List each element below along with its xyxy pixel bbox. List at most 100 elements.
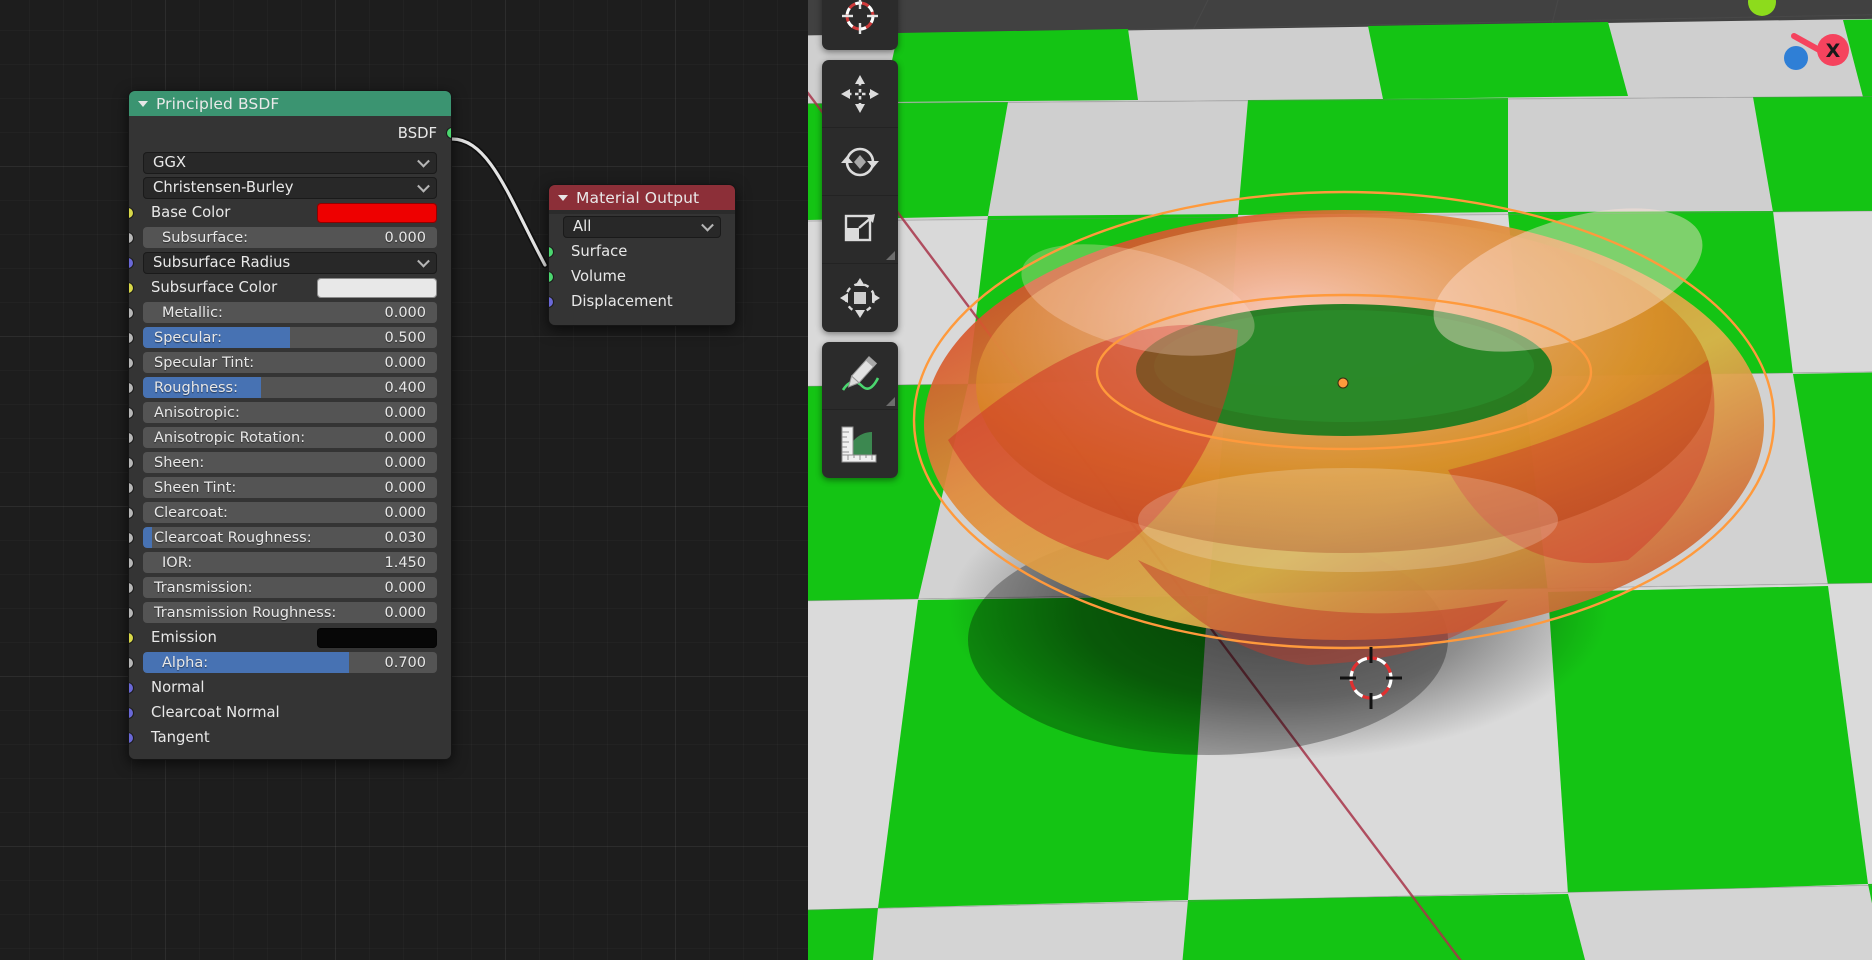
socket-input[interactable] — [129, 256, 134, 269]
tool-group-transform[interactable] — [822, 60, 898, 332]
input-row[interactable]: Anisotropic: 0.000 — [129, 400, 451, 425]
row-distribution[interactable]: GGX — [129, 150, 451, 175]
node-principled-bsdf[interactable]: Principled BSDF BSDF GGX Christensen-Bur… — [128, 90, 452, 760]
value-slider[interactable]: Sheen Tint: 0.000 — [143, 477, 437, 498]
tool-expand-corner-icon[interactable] — [886, 251, 895, 260]
input-value: 0.500 — [384, 329, 426, 346]
node-material-output[interactable]: Material Output All Surface Volume Displac… — [548, 184, 736, 326]
input-row[interactable]: Tangent — [129, 725, 451, 750]
value-slider[interactable]: Subsurface: 0.000 — [143, 227, 437, 248]
tool-cursor[interactable] — [822, 0, 898, 50]
input-value: 0.000 — [384, 404, 426, 421]
navigation-gizmo[interactable]: X — [1734, 0, 1854, 94]
input-row[interactable]: Emission — [129, 625, 451, 650]
input-row[interactable]: Surface — [549, 239, 735, 264]
collapse-triangle-icon[interactable] — [138, 100, 148, 107]
value-slider[interactable]: Alpha: 0.700 — [143, 652, 437, 673]
input-value: 0.700 — [384, 654, 426, 671]
value-slider[interactable]: Specular: 0.500 — [143, 327, 437, 348]
value-slider[interactable]: Transmission: 0.000 — [143, 577, 437, 598]
input-dropdown[interactable]: Subsurface Radius — [143, 251, 437, 274]
input-row[interactable]: Clearcoat: 0.000 — [129, 500, 451, 525]
target-value: All — [573, 218, 592, 235]
input-row[interactable]: Clearcoat Roughness: 0.030 — [129, 525, 451, 550]
socket-output-bsdf[interactable] — [446, 127, 451, 139]
input-row[interactable]: Subsurface Radius — [129, 250, 451, 275]
input-row[interactable]: Specular: 0.500 — [129, 325, 451, 350]
tool-group-cursor[interactable] — [822, 0, 898, 50]
input-row[interactable]: Displacement — [549, 289, 735, 314]
socket-input[interactable] — [129, 356, 134, 369]
socket-input[interactable] — [129, 431, 134, 444]
socket-input[interactable] — [129, 606, 134, 619]
color-swatch[interactable] — [317, 202, 437, 223]
input-row[interactable]: Metallic: 0.000 — [129, 300, 451, 325]
value-slider[interactable]: Clearcoat: 0.000 — [143, 502, 437, 523]
value-slider[interactable]: Anisotropic: 0.000 — [143, 402, 437, 423]
input-row[interactable]: Sheen Tint: 0.000 — [129, 475, 451, 500]
input-row[interactable]: Normal — [129, 675, 451, 700]
node-header-material-output[interactable]: Material Output — [549, 185, 735, 210]
input-row[interactable]: Subsurface Color — [129, 275, 451, 300]
value-slider[interactable]: Roughness: 0.400 — [143, 377, 437, 398]
input-row[interactable]: Specular Tint: 0.000 — [129, 350, 451, 375]
socket-input[interactable] — [129, 556, 134, 569]
node-header-principled-bsdf[interactable]: Principled BSDF — [129, 91, 451, 116]
value-slider[interactable]: Transmission Roughness: 0.000 — [143, 602, 437, 623]
tool-measure[interactable] — [822, 410, 898, 478]
input-label: Normal — [151, 679, 205, 696]
color-swatch[interactable] — [317, 627, 437, 648]
input-row[interactable]: Transmission: 0.000 — [129, 575, 451, 600]
shader-editor[interactable]: Principled BSDF BSDF GGX Christensen-Bur… — [0, 0, 808, 960]
input-row[interactable]: IOR: 1.450 — [129, 550, 451, 575]
row-target[interactable]: All — [549, 214, 735, 239]
value-slider[interactable]: Sheen: 0.000 — [143, 452, 437, 473]
socket-input[interactable] — [129, 581, 134, 594]
viewport-scene — [808, 0, 1872, 960]
value-slider[interactable]: Specular Tint: 0.000 — [143, 352, 437, 373]
socket-input[interactable] — [129, 381, 134, 394]
value-slider[interactable]: Metallic: 0.000 — [143, 302, 437, 323]
input-row[interactable]: Volume — [549, 264, 735, 289]
input-row[interactable]: Roughness: 0.400 — [129, 375, 451, 400]
socket-input[interactable] — [129, 456, 134, 469]
socket-input[interactable] — [129, 406, 134, 419]
socket-input[interactable] — [129, 231, 134, 244]
input-row[interactable]: Anisotropic Rotation: 0.000 — [129, 425, 451, 450]
3d-viewport[interactable]: X — [808, 0, 1872, 960]
tool-group-annotate[interactable] — [822, 342, 898, 478]
tool-transform[interactable] — [822, 264, 898, 332]
viewport-toolbar[interactable] — [822, 0, 898, 488]
socket-input[interactable] — [129, 481, 134, 494]
input-row[interactable]: Subsurface: 0.000 — [129, 225, 451, 250]
socket-input[interactable] — [129, 531, 134, 544]
value-slider[interactable]: IOR: 1.450 — [143, 552, 437, 573]
input-row[interactable]: Alpha: 0.700 — [129, 650, 451, 675]
tool-expand-corner-icon[interactable] — [886, 397, 895, 406]
output-row-bsdf[interactable]: BSDF — [129, 116, 451, 150]
tool-move[interactable] — [822, 60, 898, 128]
input-row[interactable]: Sheen: 0.000 — [129, 450, 451, 475]
value-slider[interactable]: Anisotropic Rotation: 0.000 — [143, 427, 437, 448]
distribution-dropdown[interactable]: GGX — [143, 151, 437, 174]
socket-input[interactable] — [129, 306, 134, 319]
input-row[interactable]: Base Color — [129, 200, 451, 225]
value-slider[interactable]: Clearcoat Roughness: 0.030 — [143, 527, 437, 548]
input-row[interactable]: Clearcoat Normal — [129, 700, 451, 725]
subsurface-method-dropdown[interactable]: Christensen-Burley — [143, 176, 437, 199]
socket-input[interactable] — [129, 656, 134, 669]
node-title: Material Output — [576, 188, 700, 207]
color-swatch[interactable] — [317, 277, 437, 298]
input-label: Subsurface Color — [151, 279, 278, 296]
tool-annotate[interactable] — [822, 342, 898, 410]
input-value: 0.030 — [384, 529, 426, 546]
socket-input[interactable] — [129, 331, 134, 344]
input-row[interactable]: Transmission Roughness: 0.000 — [129, 600, 451, 625]
transform-icon — [840, 278, 880, 318]
row-subsurface-method[interactable]: Christensen-Burley — [129, 175, 451, 200]
tool-scale[interactable] — [822, 196, 898, 264]
collapse-triangle-icon[interactable] — [558, 194, 568, 201]
tool-rotate[interactable] — [822, 128, 898, 196]
socket-input[interactable] — [129, 506, 134, 519]
target-dropdown[interactable]: All — [563, 215, 721, 238]
